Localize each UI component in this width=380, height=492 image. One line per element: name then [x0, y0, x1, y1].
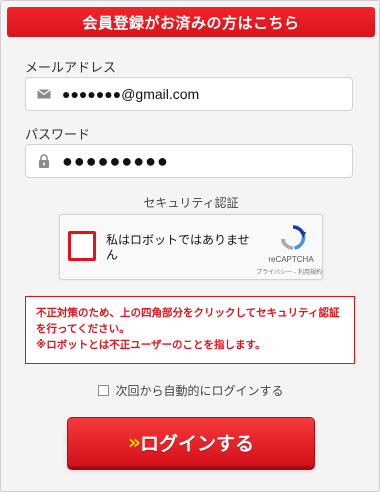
warning-line-1: 不正対策のため、上の四角部分をクリックしてセキュリティ認証	[36, 307, 340, 319]
recaptcha-checkbox[interactable]	[68, 231, 96, 261]
email-field[interactable]: ●●●●●●●@gmail.com	[25, 77, 353, 111]
auto-login-checkbox[interactable]	[98, 385, 110, 396]
recaptcha-brand: reCAPTCHA	[268, 255, 314, 264]
recaptcha-links[interactable]: プライバシー - 利用規約	[242, 267, 322, 276]
recaptcha-widget: 私はロボットではありません reCAPTCHA プライバシー - 利用規約	[59, 214, 323, 280]
email-value: ●●●●●●●@gmail.com	[62, 86, 200, 102]
envelope-icon	[26, 89, 62, 99]
security-label: セキュリティ認証	[143, 196, 239, 210]
recaptcha-logo-icon	[268, 223, 318, 253]
login-panel: 会員登録がお済みの方はこちら メールアドレス ●●●●●●●@gmail.com…	[0, 0, 380, 492]
double-chevron-icon: »	[128, 430, 141, 454]
warning-line-2: を行ってください。	[36, 323, 130, 335]
lock-icon	[26, 154, 62, 168]
login-button-label: ログインする	[139, 432, 254, 455]
warning-box: 不正対策のため、上の四角部分をクリックしてセキュリティ認証 を行ってください。 …	[25, 296, 355, 364]
auto-login-label: 次回から自動的にログインする	[115, 384, 284, 398]
section-header-title: 会員登録がお済みの方はこちら	[82, 13, 300, 32]
login-button[interactable]: » ログインする	[67, 417, 315, 467]
recaptcha-checkbox-label: 私はロボットではありません	[106, 233, 250, 262]
section-header: 会員登録がお済みの方はこちら	[7, 7, 375, 37]
password-value: ●●●●●●●●●	[62, 150, 169, 171]
password-label: パスワード	[25, 128, 91, 143]
warning-line-3: ※ロボットとは不正ユーザーのことを指します。	[36, 339, 266, 351]
email-label: メールアドレス	[25, 61, 117, 76]
password-field[interactable]: ●●●●●●●●●	[25, 144, 353, 178]
auto-login-option[interactable]: 次回から自動的にログインする	[1, 382, 380, 399]
